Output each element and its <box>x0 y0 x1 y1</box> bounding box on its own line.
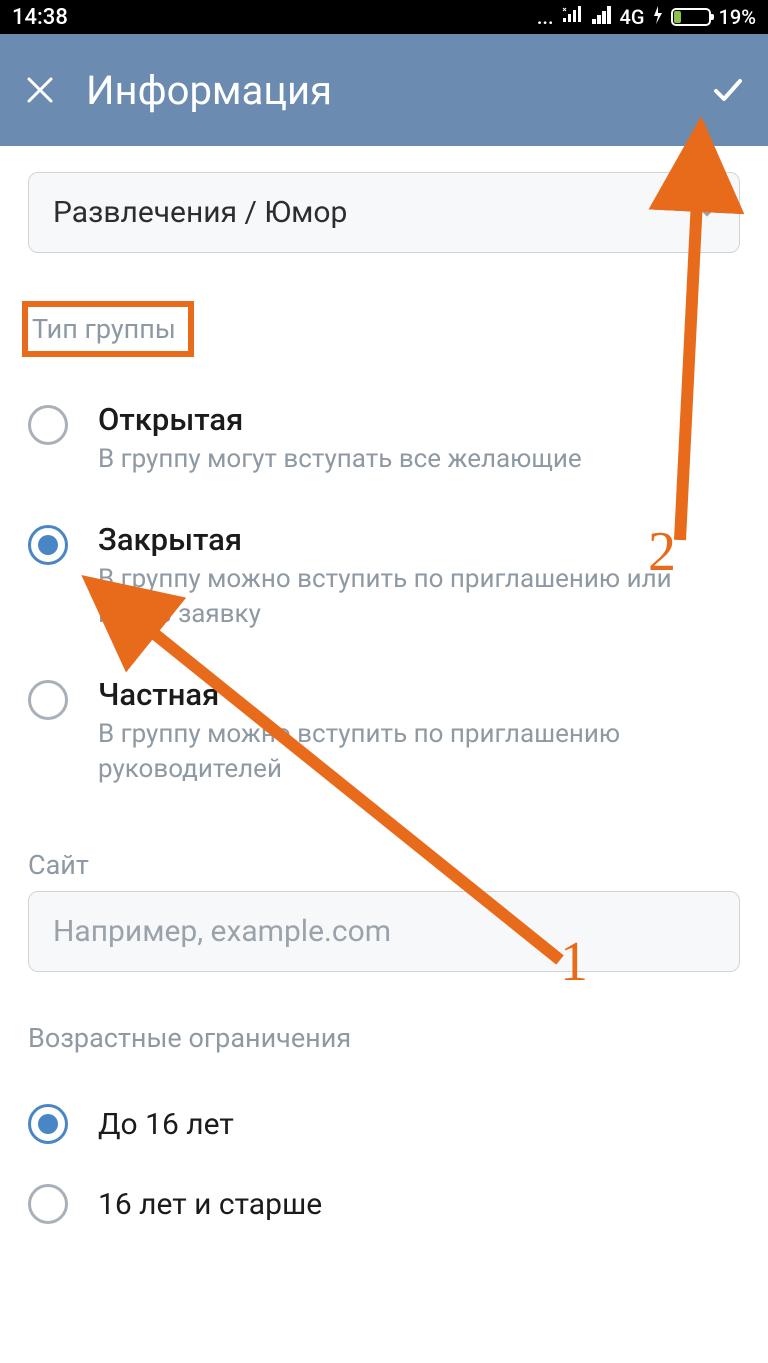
status-dots: ... <box>537 5 554 29</box>
age-radio-group: До 16 лет 16 лет и старше <box>28 1084 740 1244</box>
group-type-option-open[interactable]: Открытая В группу могут вступать все жел… <box>28 379 740 499</box>
radio-icon <box>28 525 68 565</box>
age-option-label: До 16 лет <box>98 1107 234 1142</box>
site-label: Сайт <box>28 849 740 881</box>
option-title: Открытая <box>98 401 582 438</box>
radio-icon <box>28 405 68 445</box>
option-subtitle: В группу можно вступить по приглашению и… <box>98 562 740 632</box>
group-type-option-private[interactable]: Частная В группу можно вступить по пригл… <box>28 654 740 809</box>
network-label: 4G <box>620 5 645 29</box>
app-bar: Информация <box>0 34 768 146</box>
signal-icon <box>562 5 584 29</box>
category-dropdown[interactable]: Развлечения / Юмор <box>28 172 740 253</box>
radio-icon <box>28 1104 68 1144</box>
cell-icon <box>592 5 612 29</box>
category-value: Развлечения / Юмор <box>53 195 347 230</box>
status-right: ... 4G 19% <box>537 5 756 29</box>
confirm-button[interactable] <box>708 70 748 110</box>
chevron-down-icon <box>695 195 719 230</box>
age-option-16plus[interactable]: 16 лет и старше <box>28 1164 740 1244</box>
status-bar: 14:38 ... 4G 19% <box>0 0 768 34</box>
group-type-label: Тип группы <box>32 313 176 345</box>
option-title: Частная <box>98 676 740 713</box>
radio-icon <box>28 680 68 720</box>
site-input[interactable]: Например, example.com <box>28 891 740 972</box>
age-label: Возрастные ограничения <box>28 1022 740 1054</box>
option-subtitle: В группу могут вступать все желающие <box>98 442 582 477</box>
content: Развлечения / Юмор Тип группы Открытая В… <box>0 146 768 1244</box>
option-title: Закрытая <box>98 521 740 558</box>
annotation-highlight-box: Тип группы <box>22 301 194 357</box>
site-placeholder: Например, example.com <box>53 914 391 949</box>
age-option-under16[interactable]: До 16 лет <box>28 1084 740 1164</box>
group-type-option-closed[interactable]: Закрытая В группу можно вступить по приг… <box>28 499 740 654</box>
status-time: 14:38 <box>12 5 537 30</box>
age-option-label: 16 лет и старше <box>98 1187 322 1222</box>
battery-pct: 19% <box>719 5 756 29</box>
battery-icon <box>671 8 711 26</box>
option-subtitle: В группу можно вступить по приглашению р… <box>98 717 740 787</box>
close-button[interactable] <box>20 70 60 110</box>
charging-icon <box>653 5 663 29</box>
group-type-radio-group: Открытая В группу могут вступать все жел… <box>28 379 740 809</box>
page-title: Информация <box>86 67 708 114</box>
radio-icon <box>28 1184 68 1224</box>
